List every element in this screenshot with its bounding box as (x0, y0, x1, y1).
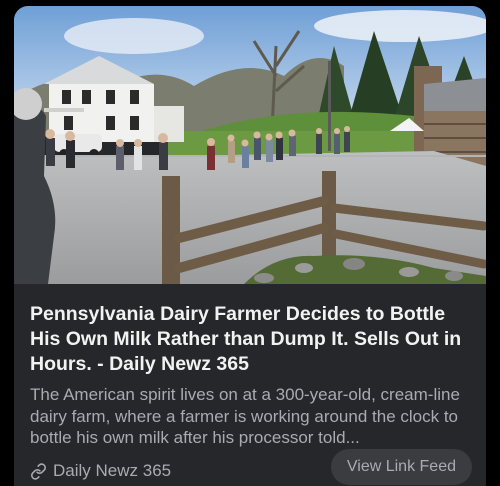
view-link-feed-button[interactable]: View Link Feed (330, 449, 472, 485)
article-title[interactable]: Pennsylvania Dairy Farmer Decides to Bot… (30, 302, 474, 377)
farm-scene-image (14, 6, 486, 284)
link-icon (30, 462, 47, 480)
news-card[interactable]: Pennsylvania Dairy Farmer Decides to Bot… (14, 6, 486, 486)
source-link[interactable]: Daily Newz 365 (30, 461, 171, 481)
article-description: The American spirit lives on at a 300-ye… (30, 385, 460, 447)
source-name: Daily Newz 365 (53, 461, 172, 480)
article-photo[interactable] (14, 6, 486, 284)
